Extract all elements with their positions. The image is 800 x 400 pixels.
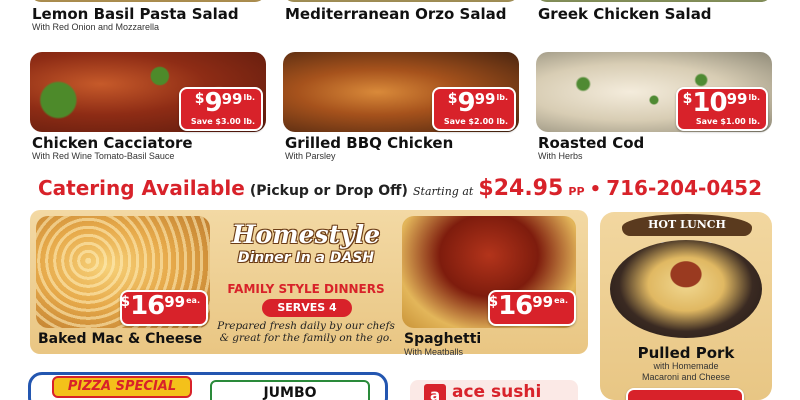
price-cents: 99 [221, 90, 243, 108]
jumbo-label: JUMBO [263, 385, 317, 400]
price-value: 16 [130, 291, 165, 321]
price-tag-chicken-cacciatore: $ 9 99 lb. Save $3.00 lb. [179, 87, 263, 131]
price-unit: lb. [243, 93, 255, 102]
food-photo-orzo [283, 0, 519, 2]
catering-title: Catering Available [38, 176, 245, 200]
family-style-title: FAMILY STYLE DINNERS [227, 282, 385, 296]
price-cents: 99 [474, 90, 496, 108]
item-name-chicken-cacciatore: Chicken Cacciatore [32, 134, 193, 152]
catering-separator: • [589, 179, 602, 200]
food-photo-pulled-pork [610, 240, 762, 338]
price-unit: ea. [186, 296, 200, 305]
price-value: 16 [498, 291, 533, 321]
item-sub-chicken-cacciatore: With Red Wine Tomato-Basil Sauce [32, 151, 175, 161]
ace-sushi-label: ace sushi [452, 382, 542, 400]
catering-banner: Catering Available (Pickup or Drop Off) … [0, 176, 800, 201]
item-name-greek-chicken: Greek Chicken Salad [538, 5, 712, 23]
price-tag-spaghetti: $ 16 99 ea. [488, 290, 576, 326]
price-cents: 99 [164, 293, 186, 311]
catering-price: $24.95 [478, 176, 564, 201]
item-sub-pulled-pork-2: Macaroni and Cheese [641, 372, 731, 382]
price-dollar: $ [488, 294, 499, 310]
prepared-description: Prepared fresh daily by our chefs & grea… [217, 320, 395, 344]
homestyle-heading: Homestyle Dinner In a DASH [212, 220, 400, 266]
catering-starting-at: Starting at [412, 185, 474, 198]
price-tag-roasted-cod: $ 10 99 lb. Save $1.00 lb. [676, 87, 768, 131]
homestyle-title: Homestyle [231, 220, 381, 249]
pulled-pork-topping [610, 240, 762, 338]
price-dollar: $ [682, 91, 693, 107]
item-sub-roasted-cod: With Herbs [538, 151, 583, 161]
price-tag-bbq-chicken: $ 9 99 lb. Save $2.00 lb. [432, 87, 516, 131]
price-value: 10 [692, 88, 727, 118]
price-unit: ea. [554, 296, 568, 305]
price-savings: Save $3.00 lb. [190, 117, 255, 126]
price-savings: Save $1.00 lb. [695, 117, 760, 126]
price-dollar: $ [194, 91, 205, 107]
serves-badge: SERVES 4 [262, 299, 352, 317]
catering-pickup-note: (Pickup or Drop Off) [249, 183, 408, 199]
item-sub-spaghetti: With Meatballs [404, 347, 464, 357]
hot-lunch-banner: HOT LUNCH SPECIAL [622, 214, 752, 253]
price-unit: lb. [748, 93, 760, 102]
item-name-mac-cheese: Baked Mac & Cheese [38, 331, 203, 347]
catering-phone[interactable]: 716-204-0452 [606, 176, 762, 200]
food-photo-greek-chicken [536, 0, 772, 2]
ace-sushi-logo-icon: a [424, 384, 446, 400]
pizza-special-label: PIZZA SPECIAL [52, 376, 192, 398]
item-name-lemon-basil: Lemon Basil Pasta Salad [32, 5, 239, 23]
catering-per-person: PP [568, 185, 585, 198]
price-cents: 99 [532, 293, 554, 311]
item-name-pulled-pork: Pulled Pork [637, 344, 735, 362]
item-name-roasted-cod: Roasted Cod [538, 134, 645, 152]
item-sub-pulled-pork-1: with Homemade [653, 361, 719, 371]
price-dollar: $ [447, 91, 458, 107]
price-tag-pulled-pork [626, 388, 744, 400]
item-sub-lemon-basil: With Red Onion and Mozzarella [32, 22, 160, 32]
item-name-bbq-chicken: Grilled BBQ Chicken [285, 134, 454, 152]
price-value: 9 [204, 88, 223, 118]
homestyle-subtitle: Dinner In a DASH [237, 250, 375, 266]
price-cents: 99 [726, 90, 748, 108]
item-name-orzo: Mediterranean Orzo Salad [285, 5, 507, 23]
price-savings: Save $2.00 lb. [443, 117, 508, 126]
price-dollar: $ [120, 294, 131, 310]
price-tag-mac-cheese: $ 16 99 ea. [120, 290, 208, 326]
food-photo-lemon-basil [30, 0, 266, 2]
item-name-spaghetti: Spaghetti [404, 331, 482, 347]
price-unit: lb. [496, 93, 508, 102]
price-value: 9 [457, 88, 476, 118]
item-sub-bbq-chicken: With Parsley [285, 151, 336, 161]
